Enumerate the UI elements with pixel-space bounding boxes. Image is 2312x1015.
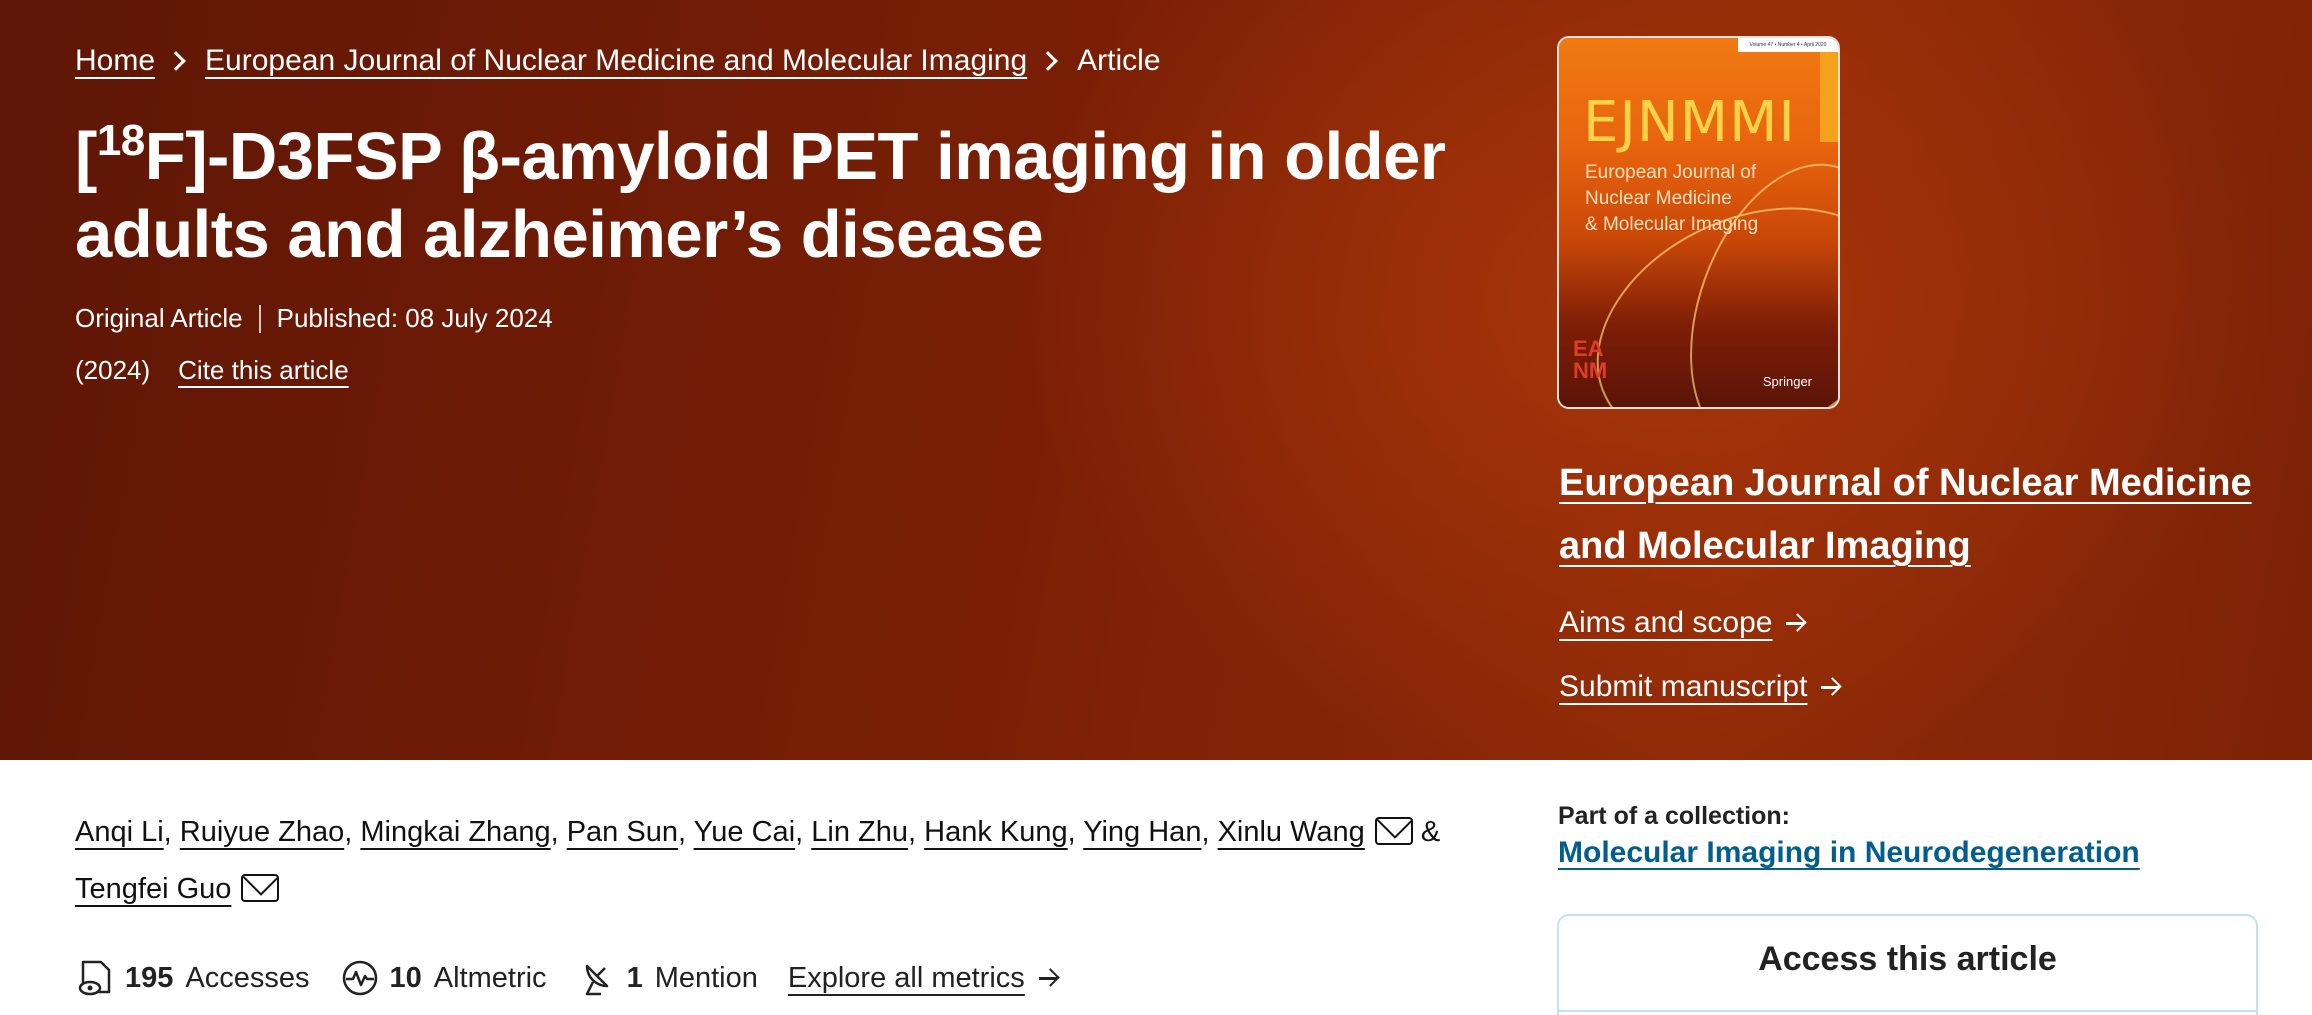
cover-acronym: EJNMMI (1583, 90, 1796, 155)
chevron-right-icon (166, 51, 186, 71)
aims-scope-link[interactable]: Aims and scope (1559, 606, 1806, 640)
email-icon[interactable] (241, 874, 280, 902)
article-type: Original Article (75, 303, 243, 333)
author-link[interactable]: Lin Zhu (811, 816, 908, 848)
altmetric-label: Altmetric (433, 961, 547, 994)
article-year: (2024) (75, 355, 151, 385)
meta-divider (258, 304, 261, 333)
springer-logo: Springer (1762, 374, 1812, 389)
article-header: Home European Journal of Nuclear Medicin… (0, 0, 2312, 760)
author-link[interactable]: Yue Cai (694, 816, 796, 848)
breadcrumb-journal-link[interactable]: European Journal of Nuclear Medicine and… (205, 44, 1027, 78)
cover-subtitle: European Journal of Nuclear Medicine & M… (1585, 160, 1758, 238)
submit-manuscript-label[interactable]: Submit manuscript (1559, 670, 1807, 704)
collection-link[interactable]: Molecular Imaging in Neurodegeneration (1558, 836, 2140, 870)
breadcrumb: Home European Journal of Nuclear Medicin… (75, 44, 1161, 78)
cover-stripe (1820, 52, 1838, 142)
satellite-dish-icon (585, 964, 608, 996)
author-link[interactable]: Xinlu Wang (1218, 816, 1365, 848)
journal-title-link[interactable]: European Journal of Nuclear Medicine and… (1559, 452, 2259, 578)
altmetric-icon (342, 960, 377, 996)
explore-metrics-link[interactable]: Explore all metrics (788, 962, 1059, 995)
author-link[interactable]: Mingkai Zhang (360, 816, 550, 848)
arrow-right-icon (1821, 677, 1841, 697)
title-text: F]-D3FSP β-amyloid PET imaging in older … (75, 119, 1446, 272)
author-list: Anqi Li, Ruiyue Zhao, Mingkai Zhang, Pan… (75, 816, 1441, 905)
article-meta: Original Article Published: 08 July 2024 (75, 303, 553, 334)
breadcrumb-current: Article (1077, 44, 1161, 77)
article-metrics: 195 Accesses 10 Altmetric 1 Mention Expl… (75, 958, 1089, 998)
accesses-metric: 195 Accesses (75, 958, 310, 998)
cover-subtitle-line: Nuclear Medicine (1585, 188, 1732, 209)
cover-issue-line: Volume 47 • Number 4 • April 2020 (1749, 42, 1827, 48)
access-article-panel: Access this article (1557, 914, 2258, 1015)
chevron-right-icon (1038, 51, 1059, 71)
accesses-count: 195 (125, 961, 174, 994)
collection-name[interactable]: Molecular Imaging in Neurodegeneration (1558, 836, 2140, 869)
author-link[interactable]: Ying Han (1083, 816, 1201, 848)
accesses-icon (78, 960, 111, 996)
article-title: [18F]-D3FSP β-amyloid PET imaging in old… (75, 118, 1495, 274)
explore-metrics-label[interactable]: Explore all metrics (788, 962, 1025, 995)
author-link[interactable]: Ruiyue Zhao (180, 816, 344, 848)
mention-metric: 1 Mention (577, 958, 758, 998)
access-divider (1559, 1010, 2256, 1012)
arrow-right-icon (1786, 613, 1806, 633)
collection-label: Part of a collection: (1558, 802, 1790, 830)
published-date: Published: 08 July 2024 (276, 303, 553, 333)
journal-cover-image[interactable]: Volume 47 • Number 4 • April 2020 EJNMMI… (1559, 38, 1838, 407)
cover-issue-bar: Volume 47 • Number 4 • April 2020 (1738, 38, 1838, 52)
mention-label: Mention (654, 961, 758, 994)
cite-article-link[interactable]: Cite this article (178, 355, 349, 386)
email-icon[interactable] (1374, 817, 1413, 845)
cover-subtitle-line: European Journal of (1585, 162, 1757, 183)
aims-scope-label[interactable]: Aims and scope (1559, 606, 1772, 640)
title-prefix: [ (75, 119, 97, 194)
author-link[interactable]: Anqi Li (75, 816, 164, 848)
access-heading: Access this article (1758, 940, 2057, 978)
altmetric-metric: 10 Altmetric (340, 958, 547, 998)
author-link[interactable]: Tengfei Guo (75, 873, 231, 905)
title-superscript: 18 (96, 116, 145, 165)
author-ampersand: & (1420, 816, 1441, 848)
cover-subtitle-line: & Molecular Imaging (1585, 214, 1759, 235)
altmetric-score: 10 (389, 961, 422, 994)
arrow-right-icon (1038, 968, 1059, 988)
eanm-logo: EANM (1573, 336, 1608, 383)
accesses-label: Accesses (185, 961, 310, 994)
author-link[interactable]: Pan Sun (567, 816, 678, 848)
article-citation-row: (2024) Cite this article (75, 355, 349, 386)
author-link[interactable]: Hank Kung (924, 816, 1068, 848)
breadcrumb-home-link[interactable]: Home (75, 44, 155, 78)
mention-count: 1 (626, 961, 643, 994)
submit-manuscript-link[interactable]: Submit manuscript (1559, 670, 1841, 704)
